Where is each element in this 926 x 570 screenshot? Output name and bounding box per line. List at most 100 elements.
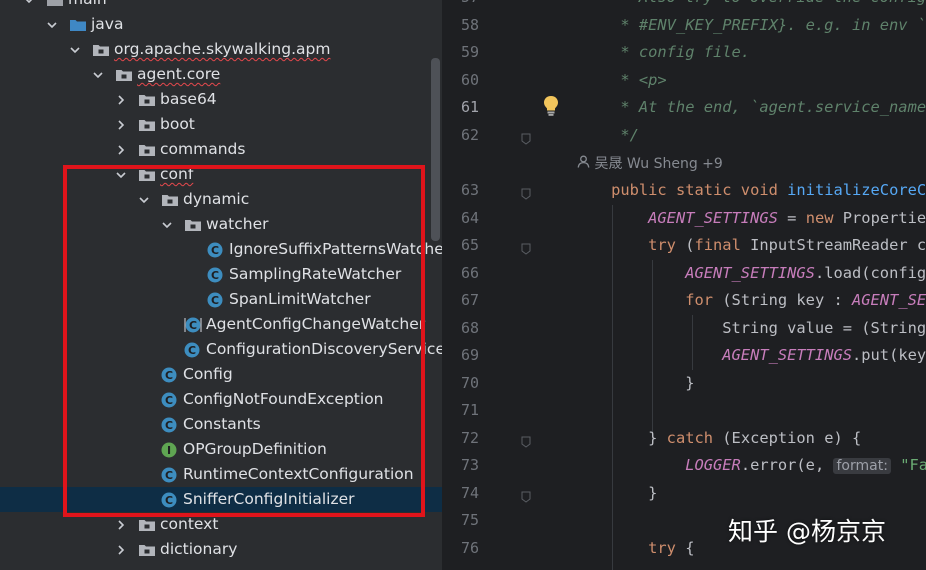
tree-item[interactable]: C AgentConfigChangeWatcher — [0, 312, 442, 337]
code-line[interactable]: AGENT_SETTINGS.load(configF — [574, 260, 926, 288]
code-token: try — [648, 236, 686, 254]
code-line[interactable]: } — [574, 480, 657, 508]
tree-item[interactable]: org.apache.skywalking.apm — [0, 37, 442, 62]
code-line[interactable]: } catch (Exception e) { — [574, 425, 861, 453]
tree-item-label: org.apache.skywalking.apm — [114, 40, 331, 58]
package-icon — [92, 42, 109, 58]
chevron-right-icon[interactable] — [115, 137, 127, 162]
code-token: } — [574, 428, 667, 447]
project-tree-scrollbar[interactable] — [431, 58, 440, 241]
tree-item[interactable]: C Constants — [0, 412, 442, 437]
chevron-down-icon[interactable] — [161, 212, 173, 237]
code-editor[interactable]: 57 58 59 60 61 62 63 64 65 66 67 68 69 70 71 72 73 74 75 76… — [443, 0, 926, 570]
line-number: 59 — [460, 43, 479, 61]
tree-item[interactable]: java — [0, 12, 442, 37]
tree-item-label: ConfigNotFoundException — [183, 390, 384, 408]
code-line[interactable]: AGENT_SETTINGS = new Properties — [574, 205, 926, 233]
code-line[interactable]: * Also try to override the config by — [574, 0, 926, 12]
code-line[interactable]: try { — [574, 535, 694, 563]
code-line[interactable]: */ — [574, 122, 639, 150]
fold-marker-icon[interactable] — [521, 240, 531, 255]
code-line[interactable]: * <p> — [574, 67, 666, 95]
fold-marker-icon[interactable] — [521, 185, 531, 200]
chevron-down-icon[interactable] — [23, 0, 35, 12]
project-tool-window: main java org.apache.skywalking.apm agent.c… — [0, 0, 442, 570]
lightbulb-intention-icon[interactable] — [542, 95, 560, 117]
code-line[interactable]: * #ENV_KEY_PREFIX}. e.g. in env `SW_ — [574, 12, 926, 40]
code-token: new — [805, 208, 843, 227]
code-token: .load(configF — [814, 263, 926, 282]
class-icon: C — [161, 392, 177, 408]
code-line[interactable]: for (String key : AGENT_SET — [574, 287, 926, 315]
chevron-down-icon[interactable] — [69, 37, 81, 62]
fold-marker-icon[interactable] — [521, 488, 531, 503]
tree-item[interactable]: watcher — [0, 212, 442, 237]
tree-item[interactable]: base64 — [0, 87, 442, 112]
tree-item[interactable]: dictionary — [0, 537, 442, 562]
tree-item[interactable]: boot — [0, 112, 442, 137]
code-line[interactable]: try (final InputStreamReader co — [574, 232, 926, 260]
tree-item-label: OPGroupDefinition — [183, 440, 327, 458]
chevron-down-icon[interactable] — [46, 12, 58, 37]
svg-text:C: C — [211, 294, 219, 307]
code-token: .put(key, — [852, 346, 926, 364]
code-token: (Exception e) { — [722, 428, 862, 447]
tree-item-label: SamplingRateWatcher — [229, 265, 402, 283]
author-hint-text: 吴晟 Wu Sheng +9 — [594, 156, 723, 172]
tree-item[interactable]: context — [0, 512, 442, 537]
tree-item-label: boot — [160, 115, 195, 133]
tree-item[interactable]: main — [0, 0, 442, 12]
tree-item[interactable]: C SnifferConfigInitializer — [0, 487, 442, 512]
tree-item-label: dictionary — [160, 540, 238, 558]
tree-item-label: SpanLimitWatcher — [229, 290, 371, 308]
author-inlay-hint[interactable]: 吴晟 Wu Sheng +9 — [577, 152, 723, 176]
tree-item[interactable]: C Config — [0, 362, 442, 387]
tree-item[interactable]: I OPGroupDefinition — [0, 437, 442, 462]
tree-item[interactable]: C IgnoreSuffixPatternsWatcher — [0, 237, 442, 262]
chevron-right-icon[interactable] — [115, 512, 127, 537]
code-line[interactable]: String value = (String) — [574, 315, 926, 343]
package-icon — [138, 117, 155, 133]
code-token: ( — [685, 236, 695, 254]
code-line[interactable]: * At the end, `agent.service_name` — [574, 94, 926, 122]
tree-item[interactable]: commands — [0, 137, 442, 162]
tree-item[interactable]: dynamic — [0, 187, 442, 212]
parameter-inlay-hint: format: — [833, 458, 891, 474]
tree-item[interactable]: C ConfigurationDiscoveryService — [0, 337, 442, 362]
code-line[interactable]: * config file. — [574, 39, 750, 67]
line-number: 58 — [460, 15, 479, 34]
class-icon: C — [184, 342, 200, 358]
code-token: AGENT_SETTINGS — [648, 208, 778, 227]
chevron-right-icon[interactable] — [115, 537, 127, 562]
fold-marker-icon[interactable] — [521, 433, 531, 448]
tree-item[interactable]: agent.core — [0, 62, 442, 87]
line-number: 57 — [443, 0, 479, 12]
tree-item-label: Config — [183, 365, 233, 383]
code-token: AGENT_SETTINGS — [722, 346, 852, 364]
chevron-down-icon[interactable] — [115, 162, 127, 187]
tree-item-label: Constants — [183, 415, 261, 433]
package-icon — [161, 192, 178, 208]
code-token: InputStreamReader co — [750, 236, 926, 254]
folder-icon — [46, 0, 63, 8]
code-line[interactable]: public static void initializeCoreCon — [574, 177, 926, 205]
code-line[interactable]: } — [574, 370, 694, 398]
chevron-right-icon[interactable] — [115, 112, 127, 137]
package-icon — [138, 517, 155, 533]
code-token: = — [777, 208, 806, 227]
code-token: final — [694, 236, 751, 254]
tree-item[interactable]: C ConfigNotFoundException — [0, 387, 442, 412]
code-line[interactable]: AGENT_SETTINGS.put(key, — [574, 342, 926, 370]
tree-item-label: watcher — [206, 215, 269, 233]
chevron-down-icon[interactable] — [138, 187, 150, 212]
tree-item[interactable]: conf — [0, 162, 442, 187]
code-line[interactable]: LOGGER.error(e, format: "Fai — [574, 452, 926, 481]
fold-marker-icon[interactable] — [521, 130, 531, 145]
tree-item[interactable]: C RuntimeContextConfiguration — [0, 462, 442, 487]
chevron-down-icon[interactable] — [92, 62, 104, 87]
tree-item-label: SnifferConfigInitializer — [183, 490, 355, 508]
tree-item[interactable]: C SpanLimitWatcher — [0, 287, 442, 312]
tree-item[interactable]: C SamplingRateWatcher — [0, 262, 442, 287]
chevron-right-icon[interactable] — [115, 87, 127, 112]
